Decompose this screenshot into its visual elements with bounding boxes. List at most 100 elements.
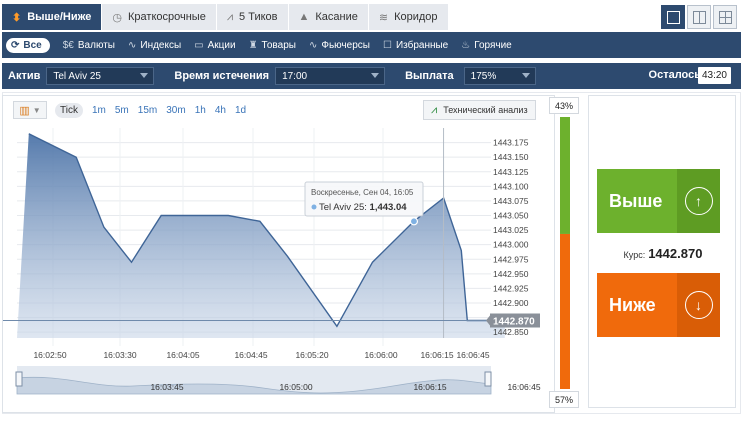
put-button-label: Ниже [609,294,656,315]
sentiment-up-fill [560,117,570,234]
timeframe-tick[interactable]: Tick [55,102,83,118]
rate-display: Курс: 1442.870 [623,246,703,261]
expiry-select[interactable]: 17:00 [275,67,386,85]
tooltip-value: 1,443.04 [370,202,408,213]
asset-label: Актив [8,70,41,82]
technical-analysis-button[interactable]: ⩘ Технический анализ [423,100,536,120]
hover-point [409,217,419,226]
rate-value: 1442.870 [648,246,703,261]
chevron-down-icon [371,73,380,78]
y-tick-label: 1443.000 [493,240,529,250]
y-tick-label: 1443.150 [493,152,529,162]
y-tick-label: 1442.975 [493,254,529,264]
chart-type-icon: ▥ [19,104,30,117]
ticks-icon: ⩘ [226,10,234,23]
tab-short-term[interactable]: ◷ Краткосрочные [102,4,217,30]
futures-icon: ∿ [308,39,318,51]
navigator-tick-label: 16:05:00 [279,382,312,392]
countdown-timer: 43:20 [697,67,731,84]
x-tick-label: 16:04:45 [234,350,267,360]
put-button[interactable]: Ниже ↓ [597,273,720,337]
index-icon: ∿ [128,39,137,51]
category-currencies[interactable]: $€ Валюты [63,40,115,51]
grid-view-button[interactable] [713,5,737,29]
chart-panel: 1443.175 1443.150 1443.125 1443.100 1443.075… [2,95,555,413]
tab-updown[interactable]: ⬍ Выше/Ниже [2,4,103,30]
payout-select[interactable]: 175% [463,67,536,85]
asset-select[interactable]: Tel Aviv 25 [46,67,155,85]
touch-icon: ▲ [298,11,310,23]
navigator-tick-label: 16:06:15 [413,382,446,392]
x-tick-label: 16:04:05 [166,350,199,360]
stopwatch-icon: ◷ [112,11,122,24]
chevron-down-icon [140,73,149,78]
x-tick-label: 16:06:15 [420,350,453,360]
tooltip-series: Tel Aviv 25: 1,443.04 [319,202,407,213]
single-view-button[interactable] [661,5,685,29]
expiry-label: Время истечения [174,70,270,82]
price-area [17,133,505,338]
tooltip-series-marker [311,204,317,210]
sentiment-down-fill [560,233,570,389]
arrow-up-icon: ↑ [684,187,713,215]
navigator-tick-label: 16:06:45 [507,382,540,392]
y-tick-label: 1443.025 [493,225,529,235]
split-view-button[interactable] [687,5,711,29]
tooltip-date: Воскресенье, Сен 04, 16:05 [311,188,414,197]
chevron-down-icon: ▼ [32,105,41,115]
y-tick-label: 1442.900 [493,298,529,308]
call-button-label: Выше [609,190,663,211]
category-all[interactable]: ⟳ Все [6,37,50,53]
y-tick-label: 1443.075 [493,196,529,206]
option-type-tabs: ⬍ Выше/Ниже ◷ Краткосрочные ⩘ 5 Тиков ▲ Каса… [2,4,449,30]
chart-type-button[interactable]: ▥ ▼ [13,101,47,119]
category-favorites[interactable]: ☐ Избранные [383,40,448,51]
updown-icon: ⬍ [12,11,22,24]
chart-toolbar: ▥ ▼ Tick 1m 5m 15m 30m 1h 4h 1d [13,101,255,119]
commodities-icon: ♜ [248,39,258,51]
sentiment-up-percent: 43% [549,97,579,114]
corridor-icon: ≋ [378,11,389,24]
remaining-label: Осталось [648,69,701,81]
timeframe-1d[interactable]: 1d [235,105,246,116]
x-tick-label: 16:06:00 [364,350,397,360]
timeframe-15m[interactable]: 15m [138,105,157,116]
navigator-left-handle [15,371,23,387]
trading-widget: ⬍ Выше/Ниже ◷ Краткосрочные ⩘ 5 Тиков ▲ Каса… [0,0,743,428]
category-hot[interactable]: ♨ Горячие [461,40,512,51]
tab-corridor[interactable]: ≋ Коридор [368,4,449,30]
x-tick-label: 16:05:20 [295,350,328,360]
category-futures[interactable]: ∿ Фьючерсы [309,40,370,51]
sentiment-down-percent: 57% [549,391,579,408]
timeframe-1m[interactable]: 1m [92,105,106,116]
category-stocks[interactable]: ▭ Акции [194,40,235,51]
tab-5-ticks[interactable]: ⩘ 5 Тиков [216,4,289,30]
timeframe-30m[interactable]: 30m [166,105,185,116]
chevron-down-icon [521,73,530,78]
category-bar: ⟳ Все $€ Валюты ∿ Индексы ▭ Акции ♜ Товары ∿ Ф… [2,32,741,58]
category-indices[interactable]: ∿ Индексы [128,40,181,51]
refresh-icon: ⟳ [11,39,20,51]
y-tick-label: 1443.175 [493,138,529,148]
call-button[interactable]: Выше ↑ [597,169,720,233]
timeframe-1h[interactable]: 1h [195,105,206,116]
single-view-icon [666,10,680,24]
y-tick-label: 1442.850 [493,327,529,337]
timeframe-5m[interactable]: 5m [115,105,129,116]
arrow-down-circle: ↓ [677,273,720,337]
price-chart[interactable]: 1443.175 1443.150 1443.125 1443.100 1443.075… [3,96,556,414]
arrow-down-icon: ↓ [684,291,713,319]
analysis-chart-icon: ⩘ [431,103,438,116]
currency-icon: $€ [62,39,74,51]
navigator-tick-label: 16:03:45 [150,382,183,392]
y-tick-label: 1442.950 [493,269,529,279]
navigator-right-handle [484,371,492,387]
y-tick-label: 1442.925 [493,283,529,293]
arrow-up-circle: ↑ [677,169,720,233]
timeframe-4h[interactable]: 4h [215,105,226,116]
category-commodities[interactable]: ♜ Товары [249,40,296,51]
split-view-icon [692,10,706,24]
tab-touch[interactable]: ▲ Касание [288,4,369,30]
params-bar: Актив Tel Aviv 25 Время истечения 17:00 … [2,63,741,89]
sentiment-bar [560,117,570,389]
